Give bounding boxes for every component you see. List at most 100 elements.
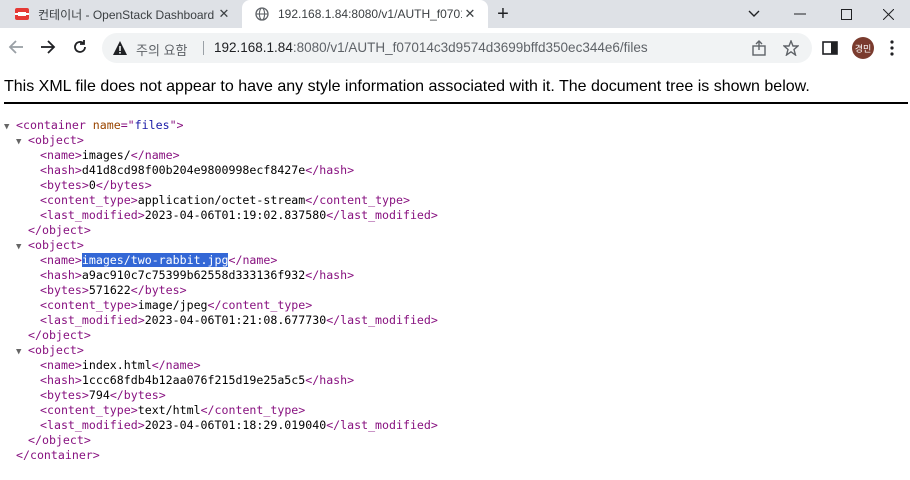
close-tab-icon[interactable]: ✕	[216, 6, 232, 22]
xml-hash-value: a9ac910c7c75399b62558d333136f932	[81, 268, 306, 282]
xml-field-last-modified: <last_modified>2023-04-06T01:18:29.01904…	[40, 418, 438, 433]
xml-attr-value: files	[134, 118, 170, 132]
xml-object-close: </object>	[28, 328, 91, 343]
address-bar[interactable]: 주의 요함 192.168.1.84:8080/v1/AUTH_f07014c3…	[102, 33, 812, 63]
xml-style-info-message: This XML file does not appear to have an…	[4, 78, 810, 95]
xml-last-modified-value: 2023-04-06T01:21:08.677730	[144, 313, 327, 327]
minimize-icon[interactable]	[778, 0, 822, 28]
xml-open-tag: <hash>	[40, 373, 82, 387]
url-text[interactable]: 192.168.1.84:8080/v1/AUTH_f07014c3d9574d…	[214, 40, 648, 55]
xml-open-tag: <hash>	[40, 163, 82, 177]
window-close-icon[interactable]	[866, 0, 910, 28]
xml-close-tag: </name>	[130, 148, 180, 162]
xml-hash-value: 1ccc68fdb4b12aa076f215d19e25a5c5	[81, 373, 306, 387]
maximize-icon[interactable]	[824, 0, 868, 28]
xml-content-type-value: text/html	[137, 403, 201, 417]
xml-open-tag: <name>	[40, 253, 82, 267]
xml-attr-name: name	[92, 118, 121, 132]
xml-object-close: </object>	[28, 223, 91, 238]
xml-root-close: </container>	[16, 448, 100, 463]
xml-field-last-modified: <last_modified>2023-04-06T01:19:02.83758…	[40, 208, 438, 223]
xml-open-tag: <content_type>	[40, 403, 138, 417]
xml-close-tag: </hash>	[305, 163, 355, 177]
collapse-toggle-icon[interactable]: ▼	[16, 135, 28, 150]
bookmark-star-icon[interactable]	[782, 39, 800, 57]
xml-field-bytes: <bytes>794</bytes>	[40, 388, 166, 403]
xml-name-value: images/two-rabbit.jpg	[81, 253, 229, 267]
chevron-down-icon[interactable]	[732, 0, 776, 28]
xml-close-tag: </object>	[28, 433, 91, 447]
xml-object-open: ▼ <object>	[16, 238, 84, 253]
more-menu-icon[interactable]	[882, 38, 902, 58]
xml-open-tag: <bytes>	[40, 283, 89, 297]
xml-object-open: ▼ <object>	[16, 133, 84, 148]
xml-object-open: ▼ <object>	[16, 343, 84, 358]
xml-close-tag: </name>	[228, 253, 278, 267]
xml-content-type-value: image/jpeg	[137, 298, 208, 312]
xml-close-tag: </bytes>	[109, 388, 166, 402]
xml-close-tag: </bytes>	[95, 178, 152, 192]
share-icon[interactable]	[750, 39, 768, 57]
xml-bytes-value: 571622	[88, 283, 131, 297]
xml-hash-value: d41d8cd98f00b204e9800998ecf8427e	[81, 163, 306, 177]
xml-close-tag: </name>	[151, 358, 201, 372]
xml-field-content-type: <content_type>image/jpeg</content_type>	[40, 298, 312, 313]
xml-field-content-type: <content_type>application/octet-stream</…	[40, 193, 410, 208]
xml-open-tag: <object>	[28, 133, 84, 147]
xml-close-tag: </last_modified>	[326, 418, 438, 432]
close-tab-icon[interactable]: ✕	[462, 6, 478, 22]
xml-field-name: <name>index.html</name>	[40, 358, 201, 373]
xml-name-value: images/	[81, 148, 131, 162]
xml-open-tag: <name>	[40, 148, 82, 162]
security-status-label[interactable]: 주의 요함	[136, 40, 187, 59]
new-tab-button[interactable]: +	[492, 3, 514, 25]
globe-icon	[254, 6, 270, 22]
xml-open-tag: <content_type>	[40, 298, 138, 312]
xml-field-name: <name>images/</name>	[40, 148, 180, 163]
xml-object-close: </object>	[28, 433, 91, 448]
xml-field-bytes: <bytes>571622</bytes>	[40, 283, 187, 298]
xml-bytes-value: 0	[88, 178, 96, 192]
xml-close-tag: </content_type>	[207, 298, 313, 312]
xml-open-tag: <content_type>	[40, 193, 138, 207]
collapse-toggle-icon[interactable]: ▼	[16, 345, 28, 360]
side-panel-icon[interactable]	[821, 39, 839, 57]
tab-title: 192.168.1.84:8080/v1/AUTH_f07014c3d9574d…	[278, 7, 462, 21]
xml-token: ="	[120, 118, 135, 132]
back-arrow-icon[interactable]	[4, 35, 28, 59]
xml-bytes-value: 794	[88, 388, 110, 402]
xml-open-tag: <name>	[40, 358, 82, 372]
xml-content-type-value: application/octet-stream	[137, 193, 306, 207]
xml-field-name: <name>images/two-rabbit.jpg</name>	[40, 253, 277, 268]
xml-close-tag: </object>	[28, 328, 91, 342]
xml-field-hash: <hash>d41d8cd98f00b204e9800998ecf8427e</…	[40, 163, 354, 178]
xml-close-tag: </last_modified>	[326, 313, 438, 327]
xml-token: ">	[169, 118, 184, 132]
tab-xml-files[interactable]: 192.168.1.84:8080/v1/AUTH_f07014c3d9574d…	[242, 0, 488, 28]
xml-field-hash: <hash>a9ac910c7c75399b62558d333136f932</…	[40, 268, 354, 283]
tab-strip: 컨테이너 - OpenStack Dashboard ✕ 192.168.1.8…	[0, 0, 910, 28]
xml-open-tag: <last_modified>	[40, 208, 145, 222]
xml-open-tag: <container	[16, 118, 93, 132]
profile-avatar[interactable]: 경민	[852, 37, 874, 59]
tab-openstack-dashboard[interactable]: 컨테이너 - OpenStack Dashboard ✕	[0, 0, 242, 28]
xml-root-open: ▼ <container name="files">	[4, 118, 184, 133]
openstack-icon	[14, 6, 30, 22]
xml-open-tag: <last_modified>	[40, 313, 145, 327]
xml-field-content-type: <content_type>text/html</content_type>	[40, 403, 305, 418]
xml-close-tag: </content_type>	[200, 403, 306, 417]
forward-arrow-icon[interactable]	[36, 35, 60, 59]
xml-close-tag: </last_modified>	[326, 208, 438, 222]
xml-open-tag: <last_modified>	[40, 418, 145, 432]
collapse-toggle-icon[interactable]: ▼	[4, 120, 16, 135]
xml-open-tag: <object>	[28, 238, 84, 252]
collapse-toggle-icon[interactable]: ▼	[16, 240, 28, 255]
xml-field-hash: <hash>1ccc68fdb4b12aa076f215d19e25a5c5</…	[40, 373, 354, 388]
warning-icon[interactable]	[112, 40, 128, 56]
xml-open-tag: <bytes>	[40, 178, 89, 192]
xml-close-tag: </hash>	[305, 268, 355, 282]
xml-last-modified-value: 2023-04-06T01:19:02.837580	[144, 208, 327, 222]
tab-title: 컨테이너 - OpenStack Dashboard	[38, 7, 215, 22]
reload-icon[interactable]	[68, 35, 92, 59]
xml-close-tag: </content_type>	[305, 193, 410, 207]
